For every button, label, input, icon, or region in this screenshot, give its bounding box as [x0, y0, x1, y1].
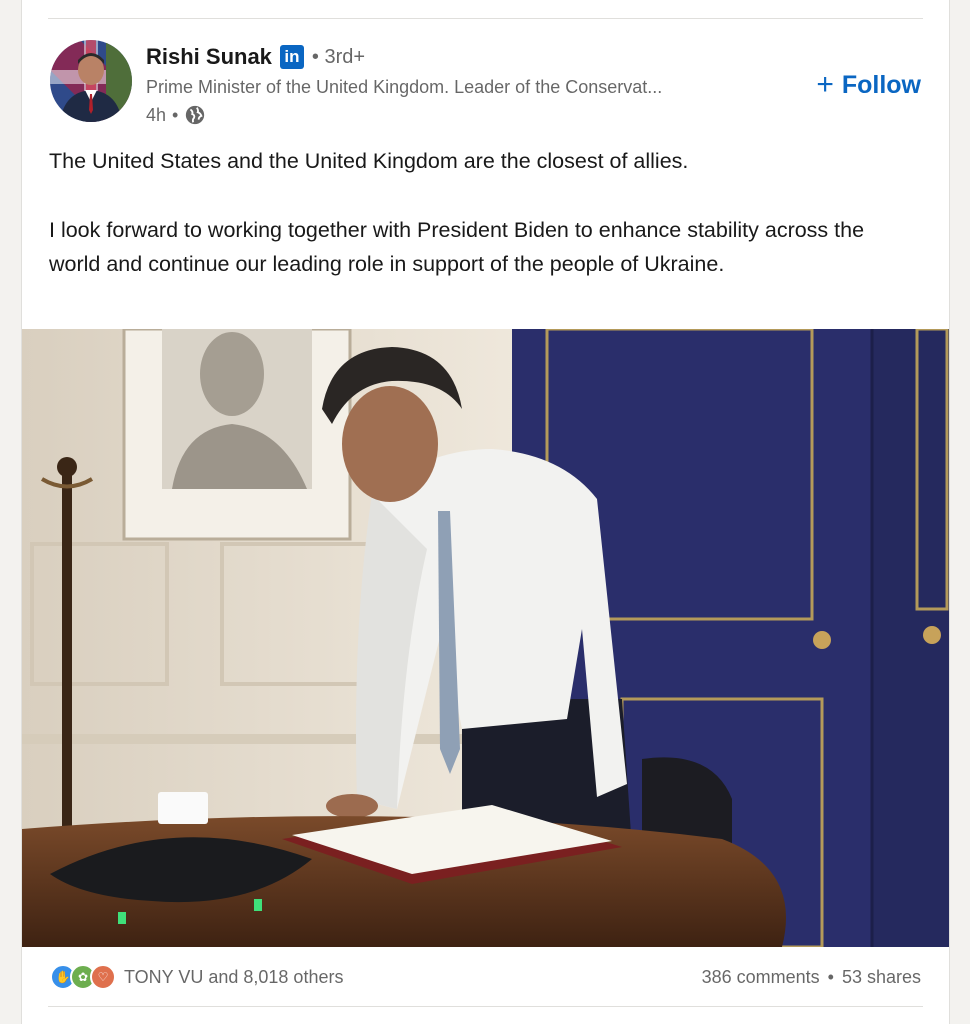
divider [48, 1006, 923, 1007]
author-headline: Prime Minister of the United Kingdom. Le… [146, 77, 663, 97]
post-body: The United States and the United Kingdom… [49, 144, 909, 282]
avatar-image [50, 40, 132, 122]
post-meta: 4h • [146, 104, 206, 126]
post-photo [22, 329, 949, 947]
author-name[interactable]: Rishi Sunak [146, 44, 272, 70]
author-name-row: Rishi Sunak in • 3rd+ [146, 44, 365, 70]
follow-button[interactable]: + Follow [816, 70, 921, 100]
plus-icon: + [816, 68, 834, 101]
engagement-counts: 386 comments • 53 shares [702, 967, 921, 988]
post-image[interactable] [22, 329, 949, 947]
globe-icon [186, 105, 205, 125]
author-avatar[interactable] [50, 40, 132, 122]
social-counts: ✋ ✿ ♡ TONY VU and 8,018 others 386 comme… [50, 962, 921, 992]
post-paragraph: I look forward to working together with … [49, 217, 865, 277]
connection-degree: • 3rd+ [311, 45, 366, 68]
follow-label: Follow [841, 70, 921, 99]
separator-dot: • [827, 966, 834, 987]
feed-post-card: Rishi Sunak in • 3rd+ Prime Minister of … [22, 0, 949, 1024]
linkedin-premium-icon: in [279, 45, 304, 69]
shares-count[interactable]: 53 shares [842, 967, 921, 988]
love-icon: ♡ [90, 964, 116, 990]
comments-count[interactable]: 386 comments [702, 967, 820, 988]
post-time: 4h [146, 104, 167, 125]
divider [48, 18, 923, 19]
post-paragraph: The United States and the United Kingdom… [49, 149, 689, 173]
separator-dot: • [172, 104, 179, 125]
reactions-summary[interactable]: ✋ ✿ ♡ TONY VU and 8,018 others [50, 964, 343, 990]
reactions-text[interactable]: TONY VU and 8,018 others [124, 967, 343, 988]
